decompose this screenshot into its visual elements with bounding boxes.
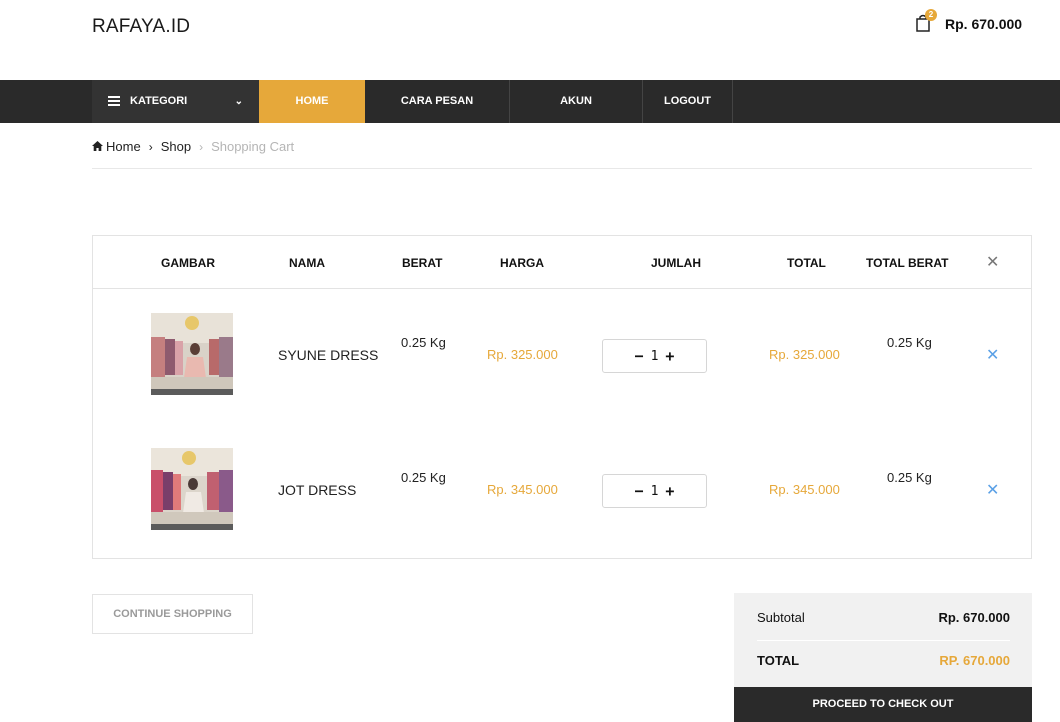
home-icon bbox=[92, 139, 103, 154]
site-logo[interactable]: RAFAYA.ID bbox=[92, 16, 190, 38]
breadcrumb-separator: › bbox=[148, 139, 153, 154]
product-weight: 0.25 Kg bbox=[401, 335, 446, 350]
breadcrumb-current: Shopping Cart bbox=[211, 139, 295, 154]
col-header-berat: BERAT bbox=[402, 256, 443, 270]
plus-icon[interactable]: + bbox=[665, 482, 674, 500]
cart-count-badge: 2 bbox=[925, 9, 937, 21]
col-header-gambar: GAMBAR bbox=[161, 256, 215, 270]
nav-cara-pesan[interactable]: CARA PESAN bbox=[365, 80, 510, 123]
quantity-value[interactable]: 1 bbox=[651, 484, 659, 499]
col-header-jumlah: JUMLAH bbox=[651, 256, 701, 270]
plus-icon[interactable]: + bbox=[665, 347, 674, 365]
nav-home[interactable]: HOME bbox=[259, 80, 365, 123]
continue-shopping-button[interactable]: CONTINUE SHOPPING bbox=[92, 594, 253, 634]
col-header-nama: NAMA bbox=[289, 256, 325, 270]
cart-icon[interactable]: 2 bbox=[915, 9, 937, 34]
nav-kategori-label: KATEGORI bbox=[130, 95, 188, 107]
main-navbar: KATEGORI ⌄ HOME CARA PESAN AKUN LOGOUT bbox=[0, 80, 1060, 123]
close-icon[interactable]: ✕ bbox=[986, 480, 999, 500]
subtotal-label: Subtotal bbox=[757, 610, 805, 625]
chevron-down-icon: ⌄ bbox=[234, 96, 243, 107]
product-image[interactable] bbox=[151, 313, 233, 395]
minus-icon[interactable]: − bbox=[635, 482, 644, 500]
total-label: TOTAL bbox=[757, 652, 800, 668]
cart-totals: Subtotal Rp. 670.000 TOTAL RP. 670.000 bbox=[734, 593, 1032, 687]
table-row: JOT DRESS 0.25 Kg Rp. 345.000 − 1 + Rp. … bbox=[93, 424, 1031, 559]
product-name[interactable]: SYUNE DRESS bbox=[278, 347, 378, 363]
breadcrumb-home[interactable]: Home bbox=[106, 139, 141, 154]
quantity-stepper: − 1 + bbox=[602, 339, 707, 373]
menu-icon bbox=[108, 94, 120, 108]
breadcrumb-shop[interactable]: Shop bbox=[161, 139, 191, 154]
breadcrumb: Home › Shop › Shopping Cart bbox=[92, 139, 294, 154]
subtotal-value: Rp. 670.000 bbox=[938, 610, 1010, 625]
site-header: RAFAYA.ID 2 Rp. 670.000 bbox=[0, 0, 1060, 80]
total-row: TOTAL RP. 670.000 bbox=[757, 637, 1010, 683]
row-total-weight: 0.25 Kg bbox=[887, 470, 932, 485]
breadcrumb-divider bbox=[92, 168, 1032, 169]
cart-table: GAMBAR NAMA BERAT HARGA JUMLAH TOTAL TOT… bbox=[92, 235, 1032, 559]
cart-total-amount[interactable]: Rp. 670.000 bbox=[945, 16, 1022, 32]
quantity-stepper: − 1 + bbox=[602, 474, 707, 508]
nav-kategori-dropdown[interactable]: KATEGORI ⌄ bbox=[92, 80, 259, 123]
row-total: Rp. 325.000 bbox=[769, 347, 840, 362]
quantity-value[interactable]: 1 bbox=[651, 349, 659, 364]
close-icon[interactable]: ✕ bbox=[986, 252, 999, 272]
row-total-weight: 0.25 Kg bbox=[887, 335, 932, 350]
col-header-total: TOTAL bbox=[787, 256, 826, 270]
product-name[interactable]: JOT DRESS bbox=[278, 482, 356, 498]
nav-logout[interactable]: LOGOUT bbox=[643, 80, 733, 123]
col-header-harga: HARGA bbox=[500, 256, 544, 270]
breadcrumb-separator: › bbox=[199, 139, 204, 154]
close-icon[interactable]: ✕ bbox=[986, 345, 999, 365]
row-total: Rp. 345.000 bbox=[769, 482, 840, 497]
product-price: Rp. 345.000 bbox=[487, 482, 558, 497]
product-weight: 0.25 Kg bbox=[401, 470, 446, 485]
table-row: SYUNE DRESS 0.25 Kg Rp. 325.000 − 1 + Rp… bbox=[93, 289, 1031, 424]
checkout-button[interactable]: PROCEED TO CHECK OUT bbox=[734, 687, 1032, 722]
col-header-total-berat: TOTAL BERAT bbox=[866, 256, 949, 270]
product-price: Rp. 325.000 bbox=[487, 347, 558, 362]
minus-icon[interactable]: − bbox=[635, 347, 644, 365]
nav-akun[interactable]: AKUN bbox=[510, 80, 643, 123]
total-value: RP. 670.000 bbox=[939, 652, 1010, 668]
cart-summary[interactable]: 2 Rp. 670.000 bbox=[915, 9, 1022, 34]
subtotal-row: Subtotal Rp. 670.000 bbox=[757, 595, 1010, 641]
product-image[interactable] bbox=[151, 448, 233, 530]
